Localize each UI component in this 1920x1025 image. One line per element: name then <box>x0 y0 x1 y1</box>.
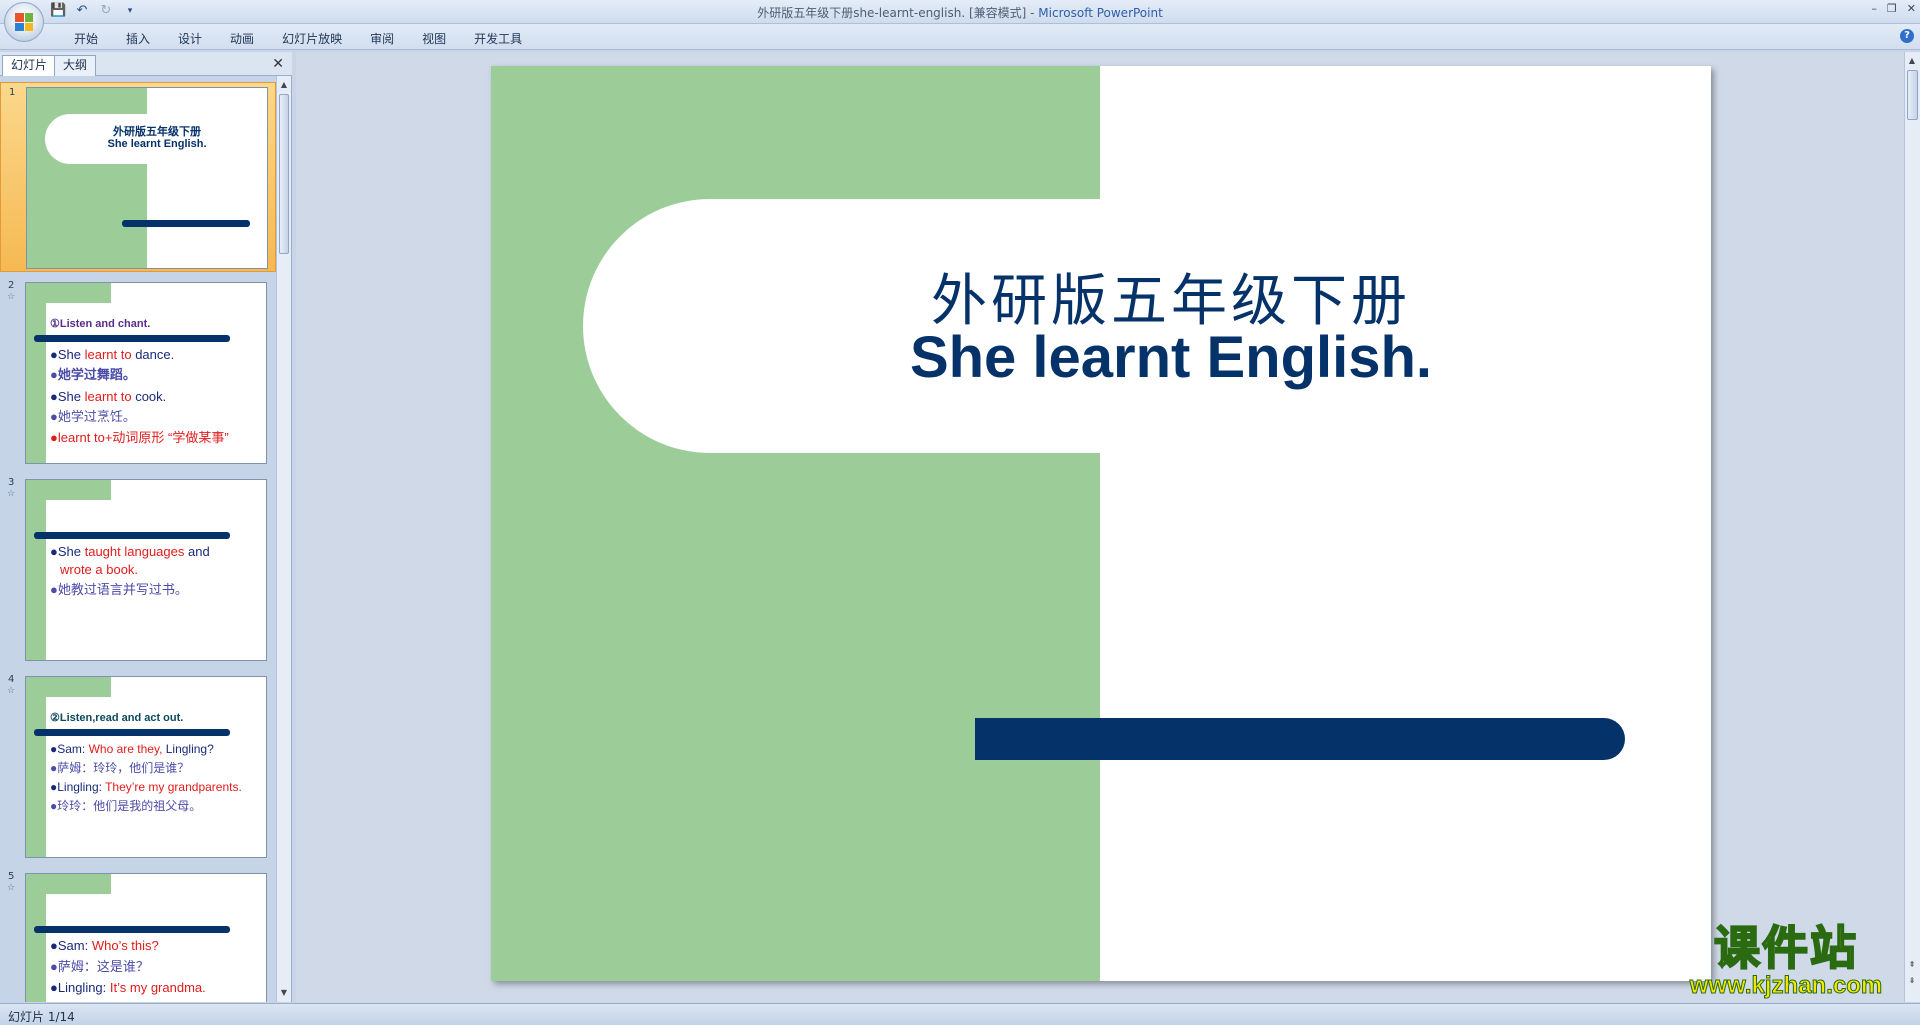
thumbnail-slide-1[interactable]: 1 外研版五年级下册 She learnt English. <box>0 82 276 272</box>
animation-star-icon: ☆ <box>7 686 16 696</box>
tab-slideshow[interactable]: 幻灯片放映 <box>268 30 356 48</box>
tab-insert[interactable]: 插入 <box>112 30 164 48</box>
title-separator: - <box>1026 6 1039 20</box>
office-button[interactable] <box>4 2 44 42</box>
pane-close-icon[interactable]: ✕ <box>272 56 284 72</box>
ribbon-tabs: 开始 插入 设计 动画 幻灯片放映 审阅 视图 开发工具 <box>60 30 536 48</box>
tab-view[interactable]: 视图 <box>408 30 460 48</box>
thumbnail-preview: ●Sam: Who’s this? ●萨姆：这是谁？ ●Lingling: It… <box>25 873 267 1002</box>
office-logo-icon <box>15 13 33 31</box>
thumbnail-line: ●She learnt to cook. <box>50 389 167 404</box>
thumbnail-number: 2 <box>8 280 15 291</box>
document-title: 外研版五年级下册she-learnt-english. [兼容模式] <box>757 6 1027 20</box>
animation-star-icon: ☆ <box>7 489 16 499</box>
thumbnail-preview: ②Listen,read and act out. ●Sam: Who are … <box>25 676 267 858</box>
tab-home[interactable]: 开始 <box>60 30 112 48</box>
thumbnail-bar <box>34 926 230 933</box>
scroll-down-icon[interactable]: ▼ <box>277 986 291 1000</box>
watermark-url: www.kjzhan.com <box>1689 972 1883 999</box>
thumbnail-bar <box>34 729 230 736</box>
app-name: Microsoft PowerPoint <box>1038 6 1163 20</box>
thumbnail-line: wrote a book. <box>60 562 139 577</box>
tab-review[interactable]: 审阅 <box>356 30 408 48</box>
tab-animations[interactable]: 动画 <box>216 30 268 48</box>
thumbnail-heading: ①Listen and chant. <box>50 318 151 330</box>
thumbnail-line: ●Lingling: They’re my grandparents. <box>50 780 242 794</box>
watermark-logo: 课件站 www.kjzhan.com <box>1668 921 1904 1002</box>
title-bar: 💾 ↶ ↻ ▾ 外研版五年级下册she-learnt-english. [兼容模… <box>0 0 1920 24</box>
thumbnail-slide-2[interactable]: 2 ☆ ①Listen and chant. ●She learnt to da… <box>0 276 276 466</box>
thumbnail-green-side <box>26 677 46 857</box>
thumbnail-bar <box>122 220 250 227</box>
thumbnail-slide-4[interactable]: 4 ☆ ②Listen,read and act out. ●Sam: Who … <box>0 670 276 860</box>
window-controls: – ❐ ✕ <box>1871 2 1916 15</box>
thumbnail-slide-5[interactable]: 5 ☆ ●Sam: Who’s this? ●萨姆：这是谁？ ●Lingling… <box>0 867 276 1002</box>
pane-scrollbar[interactable]: ▲ ▼ <box>276 76 291 1002</box>
thumbnail-line: ●Sam: Who are they, Lingling? <box>50 742 214 756</box>
thumbnail-heading: ②Listen,read and act out. <box>50 712 184 724</box>
status-bar: 幻灯片 1/14 <box>0 1003 1920 1025</box>
thumbnail-number: 1 <box>9 87 16 98</box>
thumbnail-green-side <box>26 874 46 1002</box>
thumbnail-line: ●Lingling: It’s my grandma. <box>50 980 206 995</box>
slide-counter: 幻灯片 1/14 <box>8 1010 75 1024</box>
thumbnail-line: ●萨姆：这是谁？ <box>50 959 149 974</box>
thumbnail-title-cn: 外研版五年级下册 <box>113 126 201 138</box>
thumbnail-preview: 外研版五年级下册 She learnt English. <box>26 87 268 269</box>
thumbnail-bar <box>34 335 230 342</box>
pane-scroll-thumb[interactable] <box>279 94 289 254</box>
help-icon[interactable]: ? <box>1900 29 1914 43</box>
tab-design[interactable]: 设计 <box>164 30 216 48</box>
thumbnail-line: ●她教过语言并写过书。 <box>50 582 188 597</box>
thumbnail-number: 5 <box>8 871 15 882</box>
thumbnail-slide-3[interactable]: 3 ☆ ●She taught languages and wrote a bo… <box>0 473 276 663</box>
canvas-scrollbar[interactable]: ▲ ⇞ ⇟ <box>1904 52 1920 1002</box>
close-button[interactable]: ✕ <box>1907 2 1916 15</box>
thumbnail-title: 外研版五年级下册 She learnt English. <box>87 126 227 150</box>
thumbnail-line: ●玲玲：他们是我的祖父母。 <box>50 799 202 813</box>
minimize-button[interactable]: – <box>1871 2 1877 15</box>
thumbnail-bar <box>34 532 230 539</box>
slide-bar-shape[interactable] <box>975 718 1625 760</box>
animation-star-icon: ☆ <box>7 292 16 302</box>
thumbnail-preview: ①Listen and chant. ●She learnt to dance.… <box>25 282 267 464</box>
window-title: 外研版五年级下册she-learnt-english. [兼容模式] - Mic… <box>0 4 1920 21</box>
thumbnail-line: ●She taught languages and <box>50 544 210 559</box>
thumbnail-line: ●萨姆：玲玲，他们是谁？ <box>50 761 190 775</box>
watermark-cn: 课件站 <box>1713 921 1858 975</box>
pane-tab-outline[interactable]: 大纲 <box>54 55 97 76</box>
pane-tabs: 幻灯片 大纲 ✕ <box>0 52 292 76</box>
next-slide-icon[interactable]: ⇟ <box>1905 974 1919 988</box>
thumbnail-line: ●她学过烹饪。 <box>50 409 136 424</box>
scroll-up-icon[interactable]: ▲ <box>1905 54 1919 68</box>
thumbnail-green-side <box>26 480 46 660</box>
thumbnail-line: ●learnt to+动词原形 “学做某事” <box>50 430 229 445</box>
slide-title-en[interactable]: She learnt English. <box>791 324 1551 391</box>
thumbnail-line: ●她学过舞蹈。 <box>50 367 136 382</box>
scroll-up-icon[interactable]: ▲ <box>277 78 291 92</box>
thumbnail-preview: ●She taught languages and wrote a book. … <box>25 479 267 661</box>
previous-slide-icon[interactable]: ⇞ <box>1905 958 1919 972</box>
thumbnail-line: ●Sam: Who’s this? <box>50 938 159 953</box>
thumbnail-line: ●She learnt to dance. <box>50 347 175 362</box>
thumbnail-title-en: She learnt English. <box>107 138 207 150</box>
thumbnail-list: 1 外研版五年级下册 She learnt English. 2 ☆ ①List… <box>0 76 276 1002</box>
thumbnail-number: 3 <box>8 477 15 488</box>
animation-star-icon: ☆ <box>7 883 16 893</box>
pane-tab-slides[interactable]: 幻灯片 <box>2 55 57 76</box>
canvas-scroll-thumb[interactable] <box>1907 70 1918 120</box>
slides-pane: 幻灯片 大纲 ✕ 1 外研版五年级下册 She learnt English. … <box>0 52 292 1002</box>
current-slide[interactable]: 外研版五年级下册 She learnt English. <box>491 66 1711 981</box>
tab-developer[interactable]: 开发工具 <box>460 30 536 48</box>
thumbnail-number: 4 <box>8 674 15 685</box>
ribbon: 开始 插入 设计 动画 幻灯片放映 审阅 视图 开发工具 ? <box>0 24 1920 50</box>
restore-button[interactable]: ❐ <box>1887 2 1897 15</box>
thumbnail-green-side <box>26 283 46 463</box>
